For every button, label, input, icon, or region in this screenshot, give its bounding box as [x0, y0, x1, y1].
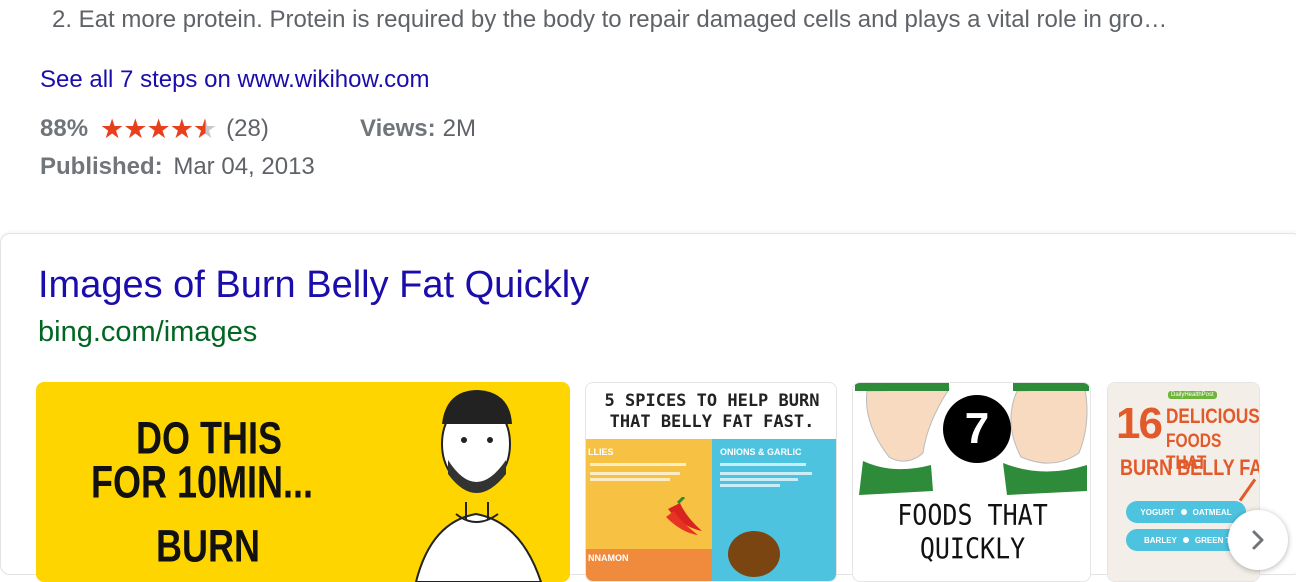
thumb4-number: 16 [1116, 399, 1163, 448]
thumb2-panel-right-title: ONIONS & GARLIC [720, 447, 802, 457]
images-card-source: bing.com/images [38, 316, 258, 348]
rating-row: 88% ★ ★ ★ ★ ★ (28) [40, 113, 269, 145]
star-icon: ★ [169, 113, 194, 144]
image-thumbnail-1[interactable]: DO THIS FOR 10MIN... BURN [36, 382, 570, 582]
next-images-button[interactable] [1228, 510, 1288, 570]
onion-icon [728, 531, 780, 577]
thumb3-number-badge: 7 [943, 395, 1011, 463]
star-icon: ★ [146, 113, 170, 144]
rating-percent: 88% [40, 115, 89, 142]
thumb2-heading1: 5 SPICES TO HELP BURN [604, 391, 820, 411]
thumb1-line3: BURN [156, 520, 260, 572]
thumb2-heading2: THAT BELLY FAT FAST. [609, 412, 815, 432]
thumb4-pill2a: BARLEY [1144, 535, 1177, 545]
star-icon: ★ [123, 113, 147, 144]
image-thumbnail-2[interactable]: 5 SPICES TO HELP BURN THAT BELLY FAT FAS… [585, 382, 837, 582]
image-thumbnail-3[interactable]: 7 FOODS THAT QUICKLY [852, 382, 1091, 582]
thumb3-caption: FOODS THAT QUICKLY [897, 498, 1048, 566]
rating-stars: ★ ★ ★ ★ ★ [100, 113, 217, 145]
views: Views: 2M [360, 113, 476, 145]
thumb4-pill1a: YOGURT [1140, 507, 1175, 517]
thumb4-pill1b: OATMEAL [1192, 507, 1232, 517]
published-value: Mar 04, 2013 [173, 153, 315, 180]
man-illustration [414, 390, 543, 582]
images-card-title[interactable]: Images of Burn Belly Fat Quickly [38, 264, 589, 307]
see-all-steps-link[interactable]: See all 7 steps on www.wikihow.com [40, 66, 430, 94]
step-text: 2. Eat more protein. Protein is required… [52, 6, 1168, 33]
thumb4-brand: DailyHealthPost [1168, 391, 1217, 399]
views-label: Views: [360, 115, 436, 142]
star-icon: ★ [100, 113, 124, 144]
thumb2-panel-left-title: LLIES [588, 447, 614, 457]
thumb1-line2: FOR 10MIN... [91, 456, 314, 508]
thumb2-panel-left: LLIES [586, 439, 712, 549]
rating-count: (28) [226, 115, 269, 142]
published: Published: Mar 04, 2013 [40, 153, 315, 181]
chevron-right-icon [1252, 530, 1264, 550]
half-star-icon: ★ [192, 113, 217, 144]
thumb4-word1: DELICIOUS [1166, 405, 1260, 428]
thumb2-panel-bottom-title: NNAMON [588, 553, 629, 563]
chili-pepper-icon [666, 497, 702, 535]
thumb2-panel-right: ONIONS & GARLIC [712, 439, 836, 549]
published-label: Published: [40, 153, 163, 180]
thumb4-word3: BURN BELLY FAT [1120, 455, 1260, 480]
views-value: 2M [442, 115, 476, 142]
